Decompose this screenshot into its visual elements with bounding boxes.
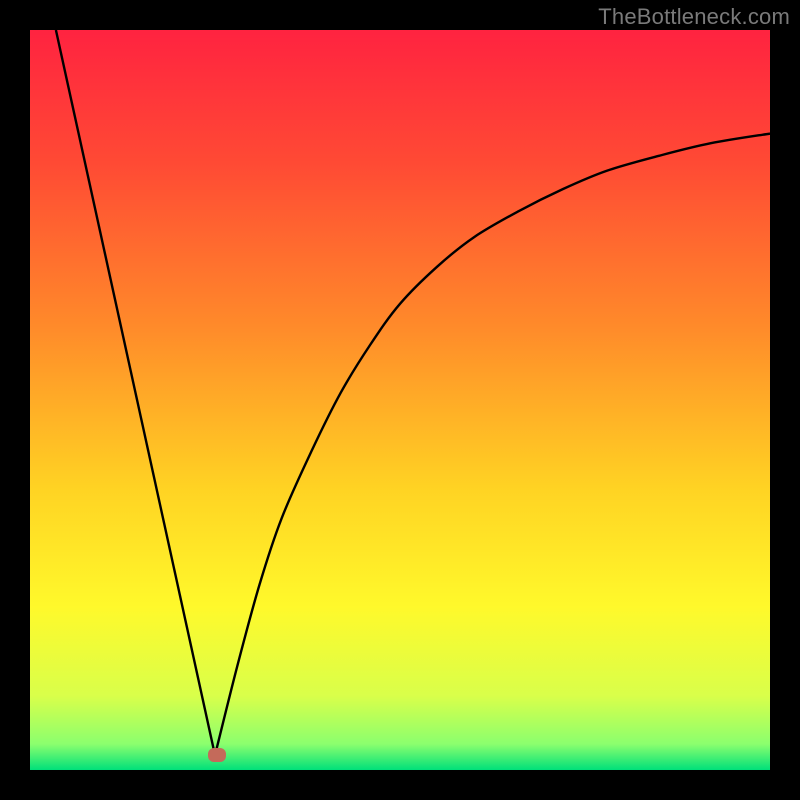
gradient-background bbox=[30, 30, 770, 770]
plot-area bbox=[30, 30, 770, 770]
chart-frame: TheBottleneck.com bbox=[0, 0, 800, 800]
attribution-text: TheBottleneck.com bbox=[598, 4, 790, 30]
plot-svg bbox=[30, 30, 770, 770]
optimum-marker bbox=[208, 748, 226, 762]
